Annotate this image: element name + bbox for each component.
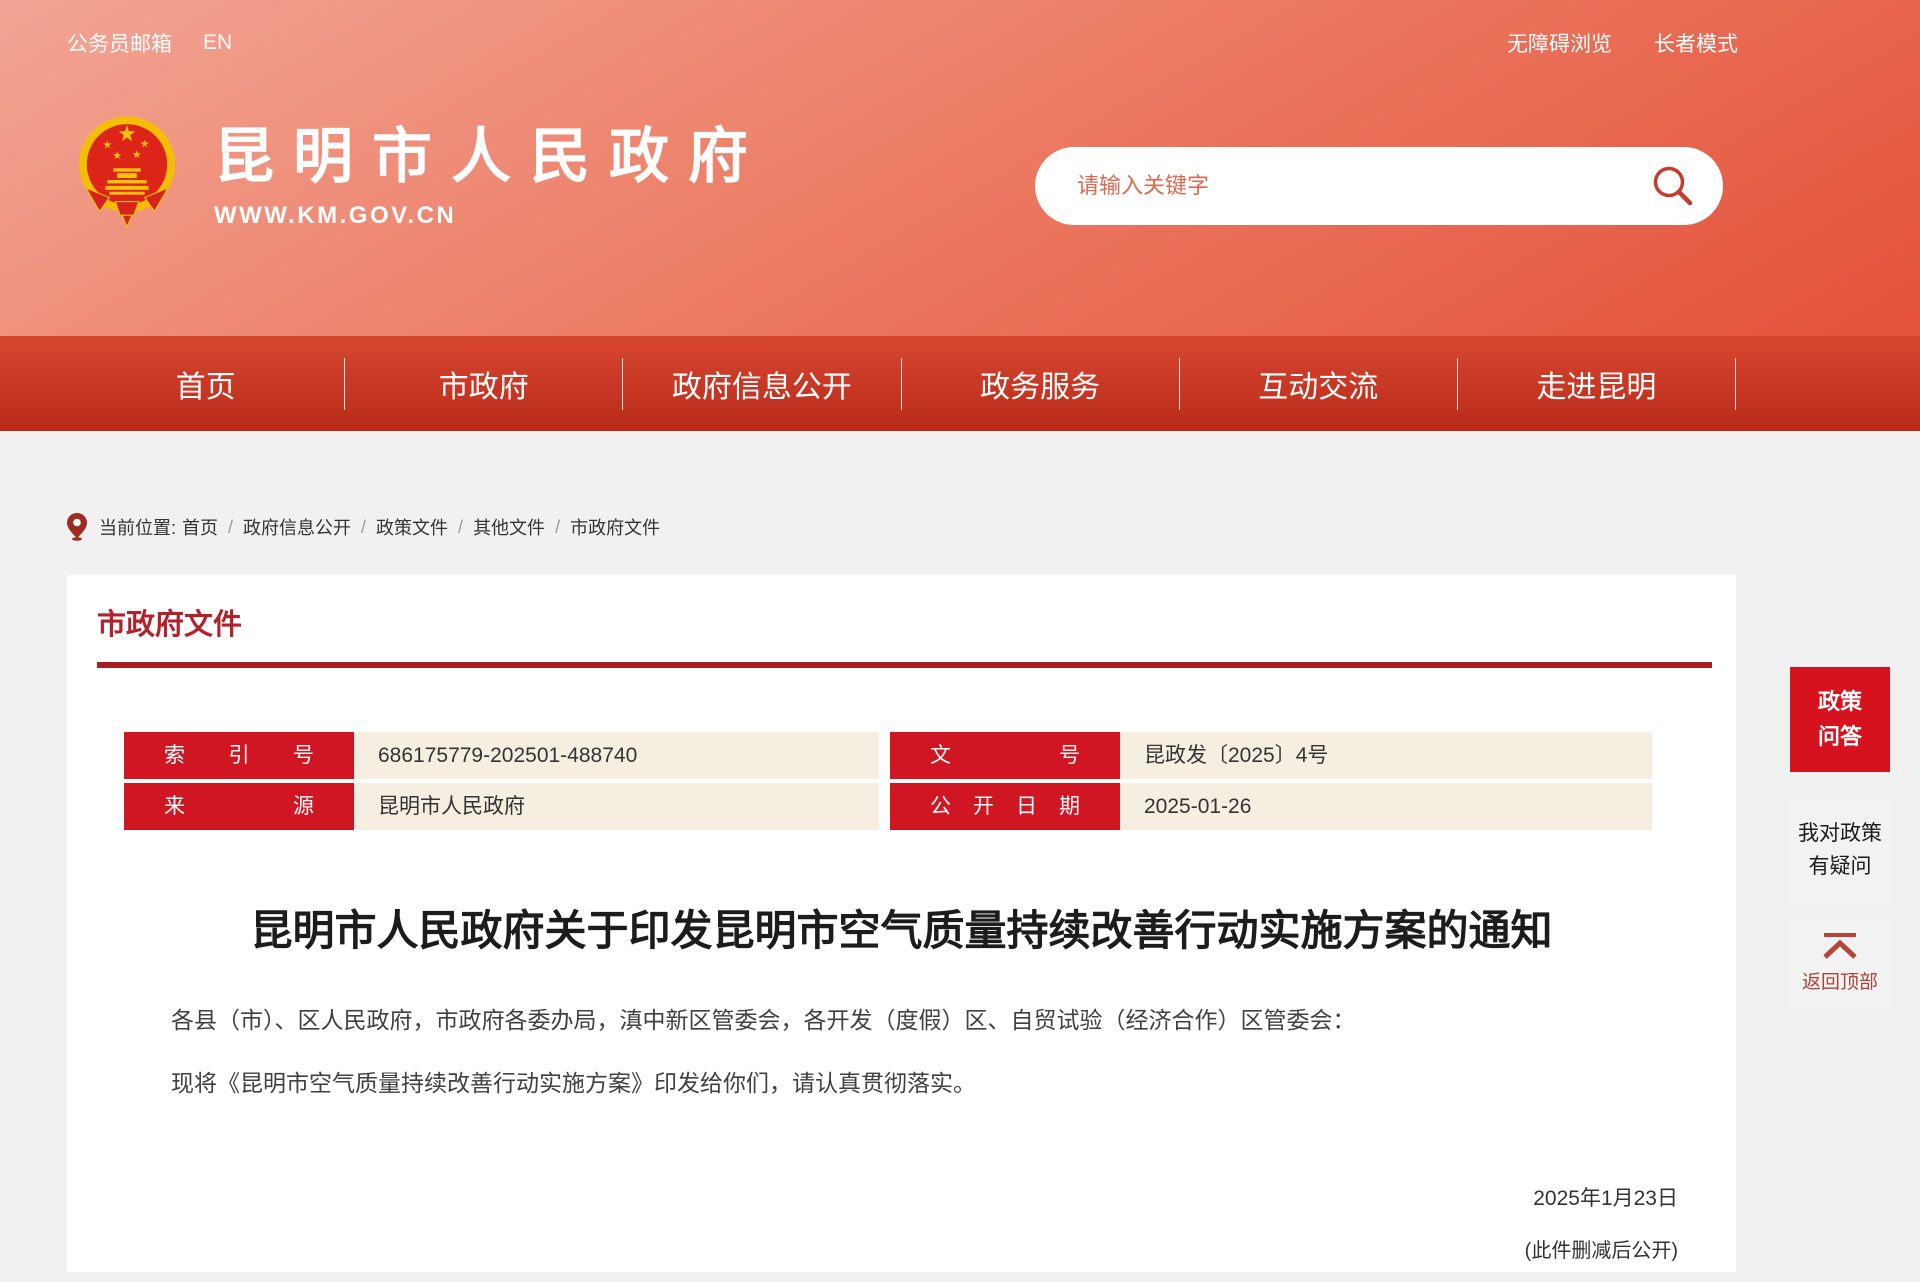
- search-button[interactable]: [1651, 164, 1695, 208]
- policy-qa-label-line1: 政策: [1818, 685, 1862, 719]
- nav-item-about-kunming[interactable]: 走进昆明: [1458, 362, 1735, 406]
- meta-gap: [879, 732, 890, 779]
- search-icon: [1651, 164, 1695, 208]
- policy-doubt-label-line2: 有疑问: [1809, 851, 1872, 884]
- page: 公务员邮箱 EN 无障碍浏览 长者模式: [0, 0, 1920, 1282]
- breadcrumb-separator: /: [555, 517, 560, 538]
- breadcrumb-citygov-docs[interactable]: 市政府文件: [570, 514, 660, 540]
- breadcrumb-separator: /: [228, 517, 233, 538]
- nav-item-interaction[interactable]: 互动交流: [1180, 362, 1457, 406]
- accessibility-link[interactable]: 无障碍浏览: [1507, 28, 1612, 58]
- document-meta-table: 索引号 686175779-202501-488740 文号 昆政发〔2025〕…: [124, 732, 1736, 830]
- breadcrumb-separator: /: [361, 517, 366, 538]
- mailbox-link[interactable]: 公务员邮箱: [67, 28, 172, 58]
- main-nav-inner: 首页 市政府 政府信息公开 政务服务 互动交流 走进昆明: [67, 336, 1736, 431]
- breadcrumb-separator: /: [458, 517, 463, 538]
- main-nav: 首页 市政府 政府信息公开 政务服务 互动交流 走进昆明: [0, 336, 1920, 431]
- policy-qa-label-line2: 问答: [1818, 720, 1862, 754]
- table-row: 索引号 686175779-202501-488740 文号 昆政发〔2025〕…: [124, 732, 1736, 779]
- floating-sidebar: 政策 问答 我对政策 有疑问 返回顶部: [1790, 667, 1890, 1007]
- location-pin-icon: [67, 513, 87, 541]
- policy-qa-button[interactable]: 政策 问答: [1790, 667, 1890, 772]
- meta-index-value: 686175779-202501-488740: [354, 732, 879, 779]
- site-url: WWW.KM.GOV.CN: [214, 202, 767, 230]
- policy-doubt-label-line1: 我对政策: [1798, 818, 1882, 851]
- site-brand[interactable]: 昆明市人民政府 WWW.KM.GOV.CN: [214, 124, 767, 230]
- policy-doubt-button[interactable]: 我对政策 有疑问: [1790, 798, 1890, 903]
- nav-item-city-gov[interactable]: 市政府: [345, 362, 622, 406]
- breadcrumb-policy-docs[interactable]: 政策文件: [376, 514, 448, 540]
- meta-index-label: 索引号: [124, 732, 354, 779]
- site-title: 昆明市人民政府: [214, 124, 767, 190]
- document-date: 2025年1月23日: [125, 1182, 1678, 1212]
- topbar-right: 无障碍浏览 长者模式: [1507, 28, 1738, 58]
- breadcrumb-home[interactable]: 首页: [182, 514, 218, 540]
- nav-item-services[interactable]: 政务服务: [902, 362, 1179, 406]
- meta-pubdate-value: 2025-01-26: [1120, 783, 1652, 830]
- topbar-left: 公务员邮箱 EN: [67, 28, 232, 58]
- document-title: 昆明市人民政府关于印发昆明市空气质量持续改善行动实施方案的通知: [107, 904, 1696, 959]
- meta-docno-value: 昆政发〔2025〕4号: [1120, 732, 1652, 779]
- site-header: 公务员邮箱 EN 无障碍浏览 长者模式: [0, 0, 1920, 336]
- meta-docno-label: 文号: [890, 732, 1120, 779]
- national-emblem-logo[interactable]: [78, 114, 176, 246]
- search-box: [1035, 147, 1723, 225]
- nav-item-info-disclosure[interactable]: 政府信息公开: [623, 362, 900, 406]
- table-row: 来源 昆明市人民政府 公开日期 2025-01-26: [124, 783, 1736, 830]
- back-to-top-label: 返回顶部: [1802, 967, 1878, 994]
- section-title: 市政府文件: [97, 601, 1736, 643]
- elder-mode-link[interactable]: 长者模式: [1654, 28, 1738, 58]
- english-link[interactable]: EN: [203, 31, 232, 55]
- meta-source-value: 昆明市人民政府: [354, 783, 879, 830]
- breadcrumb-other-docs[interactable]: 其他文件: [473, 514, 545, 540]
- back-to-top-icon: [1817, 931, 1863, 959]
- meta-source-label: 来源: [124, 783, 354, 830]
- document-paragraph: 各县（市）、区人民政府，市政府各委办局，滇中新区管委会，各开发（度假）区、自贸试…: [125, 1003, 1678, 1039]
- nav-divider: [1735, 358, 1736, 410]
- back-to-top-button[interactable]: 返回顶部: [1790, 917, 1890, 1007]
- meta-gap: [879, 783, 890, 830]
- document-paragraph: 现将《昆明市空气质量持续改善行动实施方案》印发给你们，请认真贯彻落实。: [125, 1066, 1678, 1102]
- nav-item-home[interactable]: 首页: [67, 362, 344, 406]
- breadcrumb: 当前位置: 首页 / 政府信息公开 / 政策文件 / 其他文件 / 市政府文件: [67, 513, 660, 541]
- breadcrumb-prefix: 当前位置:: [99, 514, 176, 540]
- content-panel: 市政府文件 索引号 686175779-202501-488740 文号 昆政发…: [67, 575, 1736, 1272]
- document-note: (此件删减后公开): [125, 1234, 1678, 1263]
- meta-pubdate-label: 公开日期: [890, 783, 1120, 830]
- breadcrumb-info-disclosure[interactable]: 政府信息公开: [243, 514, 351, 540]
- section-divider: [97, 662, 1712, 668]
- search-input[interactable]: [1077, 147, 1637, 225]
